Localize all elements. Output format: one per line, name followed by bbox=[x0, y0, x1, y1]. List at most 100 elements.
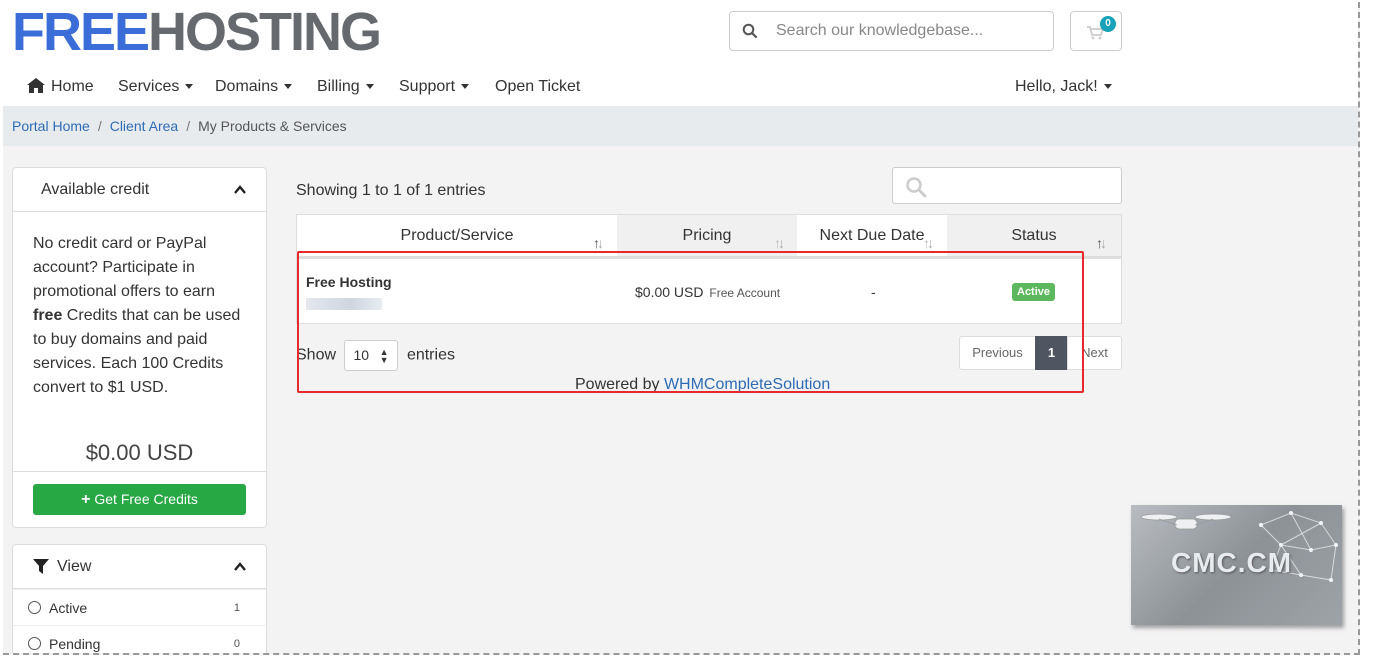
col-label: Product/Service bbox=[400, 227, 514, 244]
main-nav: Home Services Domains Billing Support Op… bbox=[3, 75, 1358, 103]
nav-billing-label: Billing bbox=[317, 78, 360, 95]
view-filter-label: Pending bbox=[49, 636, 101, 652]
search-icon bbox=[742, 23, 758, 39]
get-free-credits-button[interactable]: + Get Free Credits bbox=[33, 484, 246, 515]
nav-open-ticket-label: Open Ticket bbox=[495, 78, 581, 95]
select-arrows-icon: ▲ ▼ bbox=[379, 347, 389, 365]
nav-services-label: Services bbox=[118, 78, 180, 95]
credit-text-bold: free bbox=[33, 307, 63, 324]
view-filter-label: Active bbox=[49, 600, 88, 616]
col-product-service[interactable]: Product/Service ↑↓ bbox=[297, 215, 617, 256]
chevron-up-icon[interactable] bbox=[234, 184, 246, 196]
col-label: Pricing bbox=[682, 227, 732, 244]
nav-home[interactable]: Home bbox=[27, 75, 94, 99]
home-icon bbox=[27, 78, 45, 93]
nav-support[interactable]: Support bbox=[399, 75, 470, 99]
view-filter-panel: View Active 1 Pending 0 bbox=[12, 544, 267, 653]
nav-services[interactable]: Services bbox=[118, 75, 194, 99]
page-length-value: 10 bbox=[353, 347, 370, 363]
credit-description: No credit card or PayPal account? Partic… bbox=[13, 212, 266, 400]
radio-icon[interactable] bbox=[28, 637, 41, 650]
breadcrumb-separator: / bbox=[186, 118, 191, 134]
page-length-control: Show 10 ▲ ▼ entries bbox=[296, 340, 455, 371]
nav-support-label: Support bbox=[399, 78, 456, 95]
caret-down-icon bbox=[365, 84, 374, 90]
billing-cycle: Free Account bbox=[709, 286, 781, 300]
breadcrumb-portal-home[interactable]: Portal Home bbox=[12, 118, 90, 134]
caret-down-icon bbox=[185, 84, 194, 90]
watermark-text: CMC.CM bbox=[1171, 547, 1293, 578]
chevron-up-icon[interactable] bbox=[234, 561, 246, 573]
product-pricing: $0.00 USD Free Account bbox=[635, 284, 780, 300]
logo-free: FREE bbox=[12, 2, 150, 62]
user-menu[interactable]: Hello, Jack! bbox=[1015, 75, 1112, 99]
nav-domains[interactable]: Domains bbox=[215, 75, 293, 99]
credit-text-2: Credits that can be used to buy domains … bbox=[33, 307, 241, 396]
view-filter-pending[interactable]: Pending 0 bbox=[13, 625, 266, 653]
breadcrumb-current: My Products & Services bbox=[198, 118, 347, 134]
caret-down-icon bbox=[284, 84, 293, 90]
knowledgebase-search-input[interactable] bbox=[776, 20, 1036, 42]
entries-label: entries bbox=[406, 346, 455, 364]
powered-by-text: Powered by bbox=[575, 376, 664, 393]
whmcs-link[interactable]: WHMCompleteSolution bbox=[664, 376, 830, 393]
sort-icon: ↑↓ bbox=[774, 235, 785, 251]
filter-icon bbox=[33, 559, 49, 574]
cart-button[interactable]: 0 bbox=[1070, 11, 1122, 51]
table-header: Product/Service ↑↓ Pricing ↑↓ Next Due D… bbox=[297, 215, 1121, 259]
nav-open-ticket[interactable]: Open Ticket bbox=[495, 75, 580, 99]
available-credit-panel: Available credit No credit card or PayPa… bbox=[12, 167, 267, 528]
credit-text-1: No credit card or PayPal account? Partic… bbox=[33, 235, 216, 300]
watermark: CMC.CM bbox=[1131, 505, 1342, 625]
col-pricing[interactable]: Pricing ↑↓ bbox=[617, 215, 797, 256]
nav-domains-label: Domains bbox=[215, 78, 279, 95]
search-icon bbox=[906, 177, 927, 198]
view-filter-count: 1 bbox=[233, 602, 240, 614]
next-due-date: - bbox=[871, 284, 876, 300]
status-badge: Active bbox=[1012, 283, 1056, 301]
available-credit-title: Available credit bbox=[41, 181, 150, 198]
view-filter-title: View bbox=[57, 558, 92, 575]
logo-hosting: HOSTING bbox=[148, 2, 382, 62]
table-search-input[interactable] bbox=[892, 167, 1122, 204]
product-name[interactable]: Free Hosting bbox=[306, 274, 392, 290]
knowledgebase-search[interactable] bbox=[729, 11, 1054, 51]
product-domain-redacted bbox=[306, 298, 382, 310]
col-label: Status bbox=[1011, 227, 1057, 244]
breadcrumb-client-area[interactable]: Client Area bbox=[110, 118, 178, 134]
breadcrumb-separator: / bbox=[97, 118, 102, 134]
pagination-previous[interactable]: Previous bbox=[959, 336, 1036, 370]
col-status[interactable]: Status ↑↓ bbox=[947, 215, 1121, 256]
nav-billing[interactable]: Billing bbox=[317, 75, 374, 99]
cart-count-badge: 0 bbox=[1100, 16, 1116, 32]
view-filter-active[interactable]: Active 1 bbox=[13, 589, 266, 625]
site-logo[interactable]: FREEHOSTING bbox=[12, 2, 382, 62]
user-greeting: Hello, Jack! bbox=[1015, 78, 1098, 95]
radio-icon[interactable] bbox=[28, 601, 41, 614]
credit-footer: + Get Free Credits bbox=[13, 471, 266, 527]
products-table: Product/Service ↑↓ Pricing ↑↓ Next Due D… bbox=[296, 214, 1122, 324]
view-filter-header[interactable]: View bbox=[13, 545, 266, 589]
available-credit-header[interactable]: Available credit bbox=[13, 168, 266, 212]
plus-icon: + bbox=[81, 491, 91, 508]
pagination-page-1[interactable]: 1 bbox=[1035, 336, 1068, 370]
page-length-select[interactable]: 10 ▲ ▼ bbox=[344, 340, 399, 371]
view-filter-count: 0 bbox=[233, 638, 240, 650]
powered-by: Powered by WHMCompleteSolution bbox=[575, 376, 830, 394]
breadcrumb: Portal Home / Client Area / My Products & Se… bbox=[3, 106, 1358, 146]
table-info: Showing 1 to 1 of 1 entries bbox=[296, 182, 486, 199]
col-label: Next Due Date bbox=[819, 227, 925, 244]
col-next-due-date[interactable]: Next Due Date ↑↓ bbox=[797, 215, 947, 256]
get-free-credits-label: Get Free Credits bbox=[94, 491, 198, 507]
price-amount: $0.00 USD bbox=[635, 284, 704, 300]
site-header: FREEHOSTING 0 Home Services Domains Bill… bbox=[3, 2, 1358, 106]
sort-icon: ↑↓ bbox=[1096, 235, 1107, 251]
sort-icon: ↑↓ bbox=[593, 235, 604, 251]
caret-down-icon bbox=[1103, 84, 1112, 90]
pagination-next[interactable]: Next bbox=[1067, 336, 1122, 370]
caret-down-icon bbox=[461, 84, 470, 90]
show-label: Show bbox=[296, 346, 337, 364]
nav-home-label: Home bbox=[51, 78, 94, 95]
table-row[interactable]: Free Hosting $0.00 USD Free Account - Ac… bbox=[297, 261, 1121, 323]
sort-icon: ↑↓ bbox=[923, 235, 934, 251]
